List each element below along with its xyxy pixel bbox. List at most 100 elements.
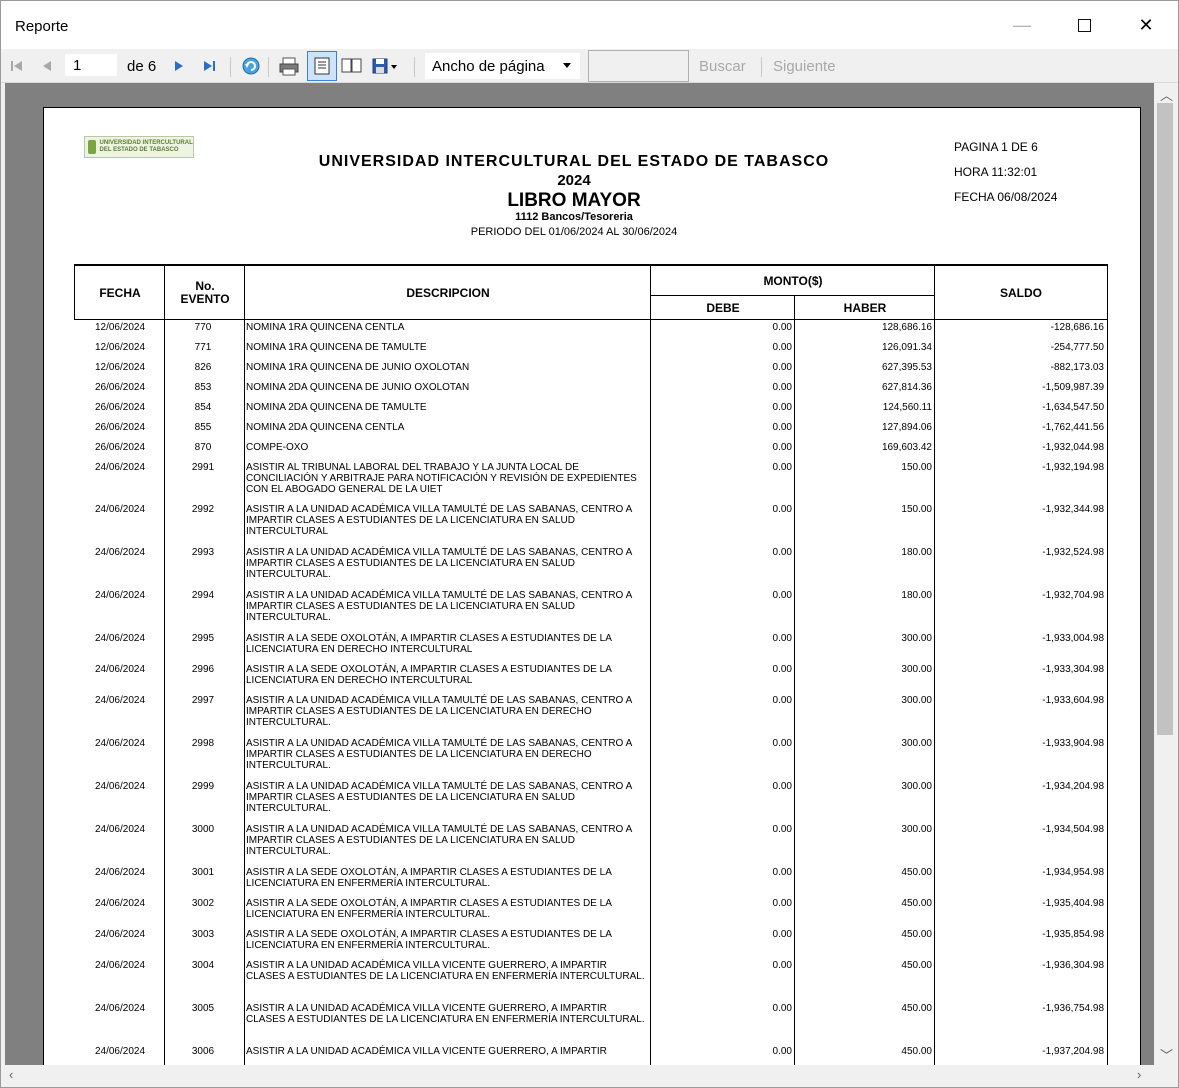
next-match-link[interactable]: Siguiente <box>773 49 836 83</box>
toolbar-separator <box>230 57 231 77</box>
page-setup-button[interactable] <box>341 49 363 83</box>
cell-evento: 3004 <box>191 960 215 971</box>
horizontal-scrollbar[interactable]: ‹ › <box>5 1065 1154 1087</box>
cell-fecha: 24/06/2024 <box>94 1046 146 1057</box>
previous-page-button[interactable] <box>41 49 53 83</box>
cell-saldo: -1,936,754.98 <box>1042 1003 1104 1014</box>
table-row: 24/06/2024 3003 ASISTIR A LA SEDE OXOLOTÁN… <box>74 929 1108 960</box>
cell-evento: 2997 <box>191 695 215 706</box>
cell-haber: 450.00 <box>901 898 932 909</box>
last-page-button[interactable] <box>202 49 218 83</box>
cell-haber: 450.00 <box>901 960 932 971</box>
table-row: 24/06/2024 3000 ASISTIR A LA UNIDAD ACADÉM… <box>74 824 1108 867</box>
cell-evento: 2993 <box>191 547 215 558</box>
report-page: UNIVERSIDAD INTERCULTURAL DEL ESTADO DE … <box>43 107 1141 1065</box>
table-row: 24/06/2024 2997 ASISTIR A LA UNIDAD ACADÉM… <box>74 695 1108 738</box>
header-debe: DEBE <box>706 300 740 315</box>
cell-debe: 0.00 <box>772 382 792 393</box>
scroll-left-icon[interactable]: ‹ <box>9 1067 13 1082</box>
minimize-button[interactable]: — <box>999 1 1045 49</box>
cell-evento: 3000 <box>191 824 215 835</box>
cell-descripcion: ASISTIR A LA SEDE OXOLOTÁN, A IMPARTIR C… <box>246 898 612 920</box>
cell-fecha: 24/06/2024 <box>94 547 146 558</box>
cell-evento: 771 <box>194 342 212 353</box>
cell-haber: 627,395.53 <box>881 362 932 373</box>
export-button[interactable] <box>371 49 401 83</box>
cell-haber: 180.00 <box>901 590 932 601</box>
cell-saldo: -1,762,441.56 <box>1042 422 1104 433</box>
cell-descripcion: COMPE-OXO <box>246 442 309 453</box>
cell-haber: 450.00 <box>901 1046 932 1057</box>
cell-evento: 770 <box>194 322 212 333</box>
last-page-icon <box>204 61 215 71</box>
cell-haber: 300.00 <box>901 633 932 644</box>
first-page-button[interactable] <box>10 49 24 83</box>
university-logo: UNIVERSIDAD INTERCULTURAL DEL ESTADO DE … <box>84 136 194 158</box>
zoom-select-value: Ancho de página <box>432 57 545 75</box>
cell-debe: 0.00 <box>772 1003 792 1014</box>
cell-evento: 870 <box>194 442 212 453</box>
cell-evento: 3006 <box>191 1046 215 1057</box>
print-button[interactable] <box>278 49 300 83</box>
cell-fecha: 24/06/2024 <box>94 504 146 515</box>
first-page-icon <box>11 61 22 71</box>
cell-debe: 0.00 <box>772 362 792 373</box>
next-page-button[interactable] <box>173 49 185 83</box>
cell-debe: 0.00 <box>772 695 792 706</box>
cell-descripcion: ASISTIR A LA UNIDAD ACADÉMICA VILLA TAMU… <box>246 695 632 728</box>
scroll-up-icon[interactable]: ︿ <box>1160 85 1173 104</box>
cell-haber: 450.00 <box>901 867 932 878</box>
cell-descripcion: ASISTIR A LA UNIDAD ACADÉMICA VILLA VICE… <box>246 960 645 982</box>
maximize-button[interactable] <box>1061 1 1107 49</box>
report-date: FECHA 06/08/2024 <box>954 190 1058 204</box>
cell-haber: 300.00 <box>901 738 932 749</box>
cell-descripcion: ASISTIR A LA UNIDAD ACADÉMICA VILLA TAMU… <box>246 824 632 857</box>
logo-mark-icon <box>88 140 96 154</box>
scroll-down-icon[interactable]: ﹀ <box>1160 1045 1173 1064</box>
window-title: Reporte <box>15 18 69 35</box>
previous-page-icon <box>43 61 51 71</box>
cell-saldo: -1,932,524.98 <box>1042 547 1104 558</box>
search-input[interactable] <box>588 50 689 82</box>
cell-fecha: 26/06/2024 <box>94 382 146 393</box>
cell-saldo: -1,936,304.98 <box>1042 960 1104 971</box>
report-year: 2024 <box>557 172 591 189</box>
page-number-input[interactable]: 1 <box>65 54 117 76</box>
toolbar-separator <box>761 57 762 77</box>
cell-saldo: -1,933,004.98 <box>1042 633 1104 644</box>
zoom-select[interactable]: Ancho de página <box>425 53 580 79</box>
cell-haber: 169,603.42 <box>881 442 932 453</box>
cell-saldo: -1,932,194.98 <box>1042 462 1104 473</box>
print-layout-button[interactable] <box>307 51 337 81</box>
cell-fecha: 24/06/2024 <box>94 960 146 971</box>
table-row: 26/06/2024 854 NOMINA 2DA QUINCENA DE TAMU… <box>74 402 1108 422</box>
cell-fecha: 24/06/2024 <box>94 695 146 706</box>
cell-haber: 450.00 <box>901 1003 932 1014</box>
cell-descripcion: NOMINA 2DA QUINCENA CENTLA <box>246 422 405 433</box>
vertical-scrollbar[interactable]: ︿ ﹀ <box>1154 83 1176 1065</box>
account-name: 1112 Bancos/Tesoreria <box>515 211 633 223</box>
search-link[interactable]: Buscar <box>699 49 746 83</box>
cell-evento: 2991 <box>191 462 215 473</box>
close-button[interactable]: ✕ <box>1123 1 1169 49</box>
cell-debe: 0.00 <box>772 462 792 473</box>
cell-descripcion: ASISTIR A LA UNIDAD ACADÉMICA VILLA TAMU… <box>246 738 632 771</box>
cell-descripcion: ASISTIR A LA UNIDAD ACADÉMICA VILLA TAMU… <box>246 547 632 580</box>
cell-evento: 854 <box>194 402 212 413</box>
cell-haber: 150.00 <box>901 462 932 473</box>
scroll-right-icon[interactable]: › <box>1137 1067 1141 1082</box>
cell-saldo: -1,509,987.39 <box>1042 382 1104 393</box>
table-row: 24/06/2024 2991 ASISTIR AL TRIBUNAL LABORA… <box>74 462 1108 504</box>
cell-haber: 450.00 <box>901 929 932 940</box>
cell-saldo: -1,934,504.98 <box>1042 824 1104 835</box>
logo-text: UNIVERSIDAD INTERCULTURAL DEL ESTADO DE … <box>99 140 193 153</box>
refresh-button[interactable] <box>241 49 261 83</box>
cell-haber: 300.00 <box>901 781 932 792</box>
refresh-icon <box>242 57 260 75</box>
vertical-scroll-thumb[interactable] <box>1157 103 1173 735</box>
cell-evento: 2996 <box>191 664 215 675</box>
cell-saldo: -1,933,304.98 <box>1042 664 1104 675</box>
cell-fecha: 24/06/2024 <box>94 781 146 792</box>
table-row: 24/06/2024 3006 ASISTIR A LA UNIDAD ACADÉM… <box>74 1046 1108 1065</box>
header-fecha: FECHA <box>99 286 141 300</box>
